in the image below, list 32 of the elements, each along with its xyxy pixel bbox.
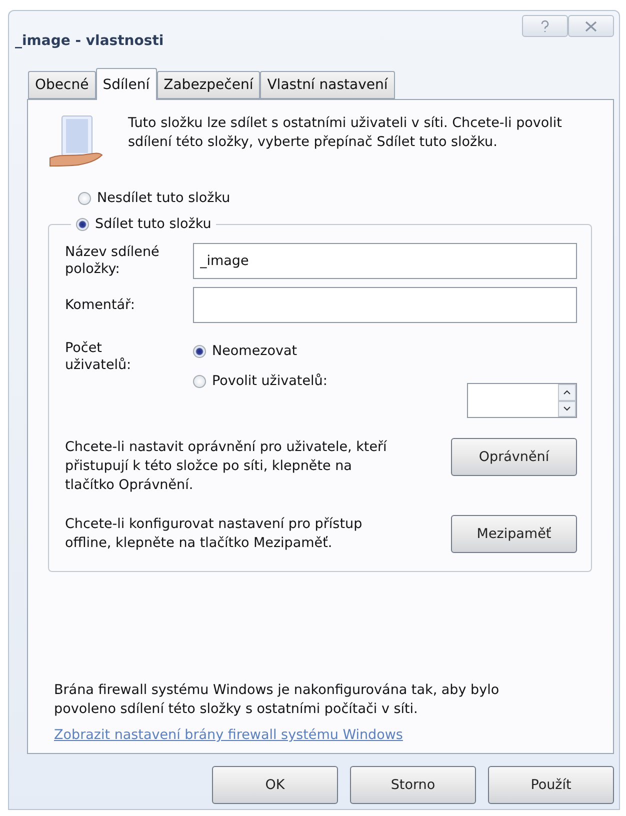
intro-text: Tuto složku lze sdílet s ostatními uživateli v síti. Chcete-li povolit sdílení této složky, vyberte přepínač Sdílet tuto složku. bbox=[128, 114, 563, 152]
field-label: Název sdílené položky: bbox=[65, 244, 160, 278]
dialog-button[interactable]: OK bbox=[212, 766, 338, 804]
text-field[interactable]: _image bbox=[193, 243, 577, 279]
radio-option[interactable]: Neomezovat bbox=[193, 343, 577, 359]
window-title: _image - vlastnosti bbox=[15, 33, 164, 49]
action-button[interactable]: Mezipaměť bbox=[451, 515, 577, 553]
chevron-down-icon bbox=[563, 406, 571, 412]
action-button[interactable]: Oprávnění bbox=[451, 438, 577, 476]
field-label: Počet uživatelů: bbox=[65, 340, 132, 375]
tab[interactable]: Vlastní nastavení bbox=[260, 71, 395, 99]
close-button[interactable] bbox=[568, 15, 614, 37]
radio-option[interactable]: Sdílet tuto složku bbox=[76, 216, 212, 232]
spin-up-button[interactable] bbox=[558, 384, 576, 400]
action-description: Chcete-li nastavit oprávnění pro uživatele, kteří přistupují k této složce po síti, klepněte na tlačítko Oprávnění. bbox=[65, 438, 388, 495]
radio-option[interactable]: Nesdílet tuto složku bbox=[78, 190, 592, 206]
radio-option[interactable]: Povolit uživatelů: bbox=[193, 373, 328, 389]
dialog-button[interactable]: Použít bbox=[488, 766, 614, 804]
firewall-settings-link[interactable]: Zobrazit nastavení brány firewall systému Windows bbox=[54, 727, 592, 743]
action-description: Chcete-li konfigurovat nastavení pro přístup offline, klepněte na tlačítko Mezipaměť. bbox=[65, 515, 364, 553]
firewall-note: Brána firewall systému Windows je nakonfigurována tak, aby bylo povoleno sdílení této složky s ostatními počítači v síti. bbox=[54, 681, 500, 719]
help-icon bbox=[540, 20, 550, 32]
spin-down-button[interactable] bbox=[558, 400, 576, 417]
tab[interactable]: Obecné bbox=[28, 71, 96, 99]
help-button[interactable] bbox=[522, 15, 568, 37]
tab[interactable]: Zabezpečení bbox=[156, 71, 260, 99]
close-icon bbox=[585, 20, 597, 32]
tab[interactable]: Sdílení bbox=[96, 68, 157, 100]
dialog-button[interactable]: Storno bbox=[350, 766, 476, 804]
field-label: Komentář: bbox=[65, 296, 136, 314]
chevron-up-icon bbox=[563, 390, 571, 395]
text-field[interactable] bbox=[193, 287, 577, 323]
